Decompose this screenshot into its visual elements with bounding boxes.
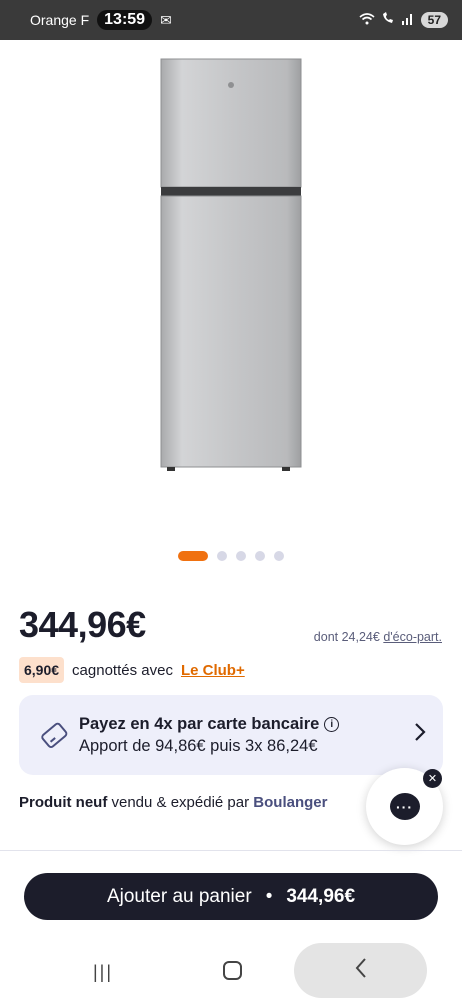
product-image[interactable] [0,40,462,540]
add-to-cart-label: Ajouter au panier [106,885,252,907]
carousel-dot[interactable] [255,551,265,561]
cashback-text: cagnottés avec [72,661,173,679]
eco-amount: dont 24,24€ [313,630,380,644]
carousel-dot[interactable] [217,551,227,561]
wifi-call-icon [381,12,395,28]
battery-indicator: 57 [420,12,448,28]
status-icons: 57 [359,12,448,28]
eco-part-link[interactable]: d'éco-part. [383,630,442,644]
seller-text: vendu & expédié par [111,794,250,811]
chevron-right-icon [413,722,427,748]
carousel-pagination [0,551,462,561]
installment-title: Payez en 4x par carte bancaire [79,714,320,733]
status-bar: Orange F 13:59 ✉ 57 [0,0,462,40]
gmail-icon: ✉ [160,11,172,28]
cashback-badge: 6,90€ [19,657,65,683]
back-button[interactable] [294,943,427,998]
fridge-illustration [160,58,302,471]
club-cashback: 6,90€ cagnottés avec Le Club+ [19,657,245,683]
cart-separator: • [265,885,273,907]
carousel-dot[interactable] [274,551,284,561]
chat-icon: ··· [389,793,420,820]
carousel-dot[interactable] [236,551,246,561]
close-icon[interactable]: ✕ [423,769,442,788]
installment-details: Apport de 94,86€ puis 3x 86,24€ [79,736,318,755]
add-to-cart-button[interactable]: Ajouter au panier • 344,96€ [24,873,438,920]
recent-apps-icon[interactable]: ||| [93,962,113,983]
product-condition: Produit neuf [19,794,108,811]
signal-icon [401,13,415,28]
installment-payment-card[interactable]: Payez en 4x par carte bancaire i Apport … [19,695,443,775]
cart-price: 344,96€ [286,885,356,907]
eco-participation: dont 24,24€ d'éco-part. [314,630,442,644]
home-icon[interactable] [223,961,242,980]
wifi-icon [359,12,375,28]
back-chevron-icon [354,957,368,985]
seller-info: Produit neuf vendu & expédié par Boulang… [19,794,327,811]
product-price: 344,96€ [19,604,146,645]
clock: 13:59 [97,10,153,30]
carrier-label: Orange F [30,12,90,28]
carousel-dot-active[interactable] [178,551,208,561]
credit-card-icon [39,720,69,750]
divider [0,850,462,851]
seller-brand[interactable]: Boulanger [253,794,327,811]
club-plus-link[interactable]: Le Club+ [181,662,245,679]
info-icon[interactable]: i [324,716,340,732]
